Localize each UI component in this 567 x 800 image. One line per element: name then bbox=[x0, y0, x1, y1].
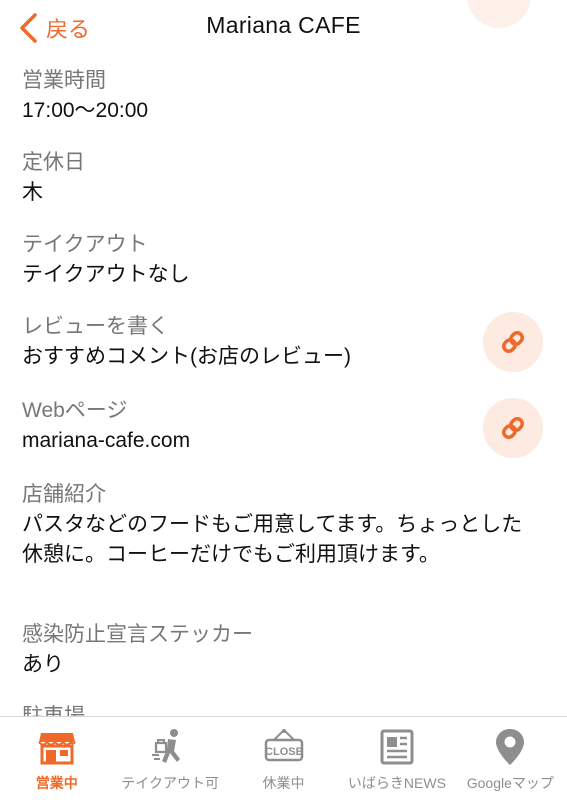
review-link-button[interactable] bbox=[483, 312, 543, 372]
newspaper-icon bbox=[380, 729, 414, 765]
info-label: Webページ bbox=[22, 399, 128, 422]
tab-closed[interactable]: CLOSE 休業中 bbox=[227, 717, 340, 800]
info-row-sticker: 感染防止宣言ステッカー あり bbox=[22, 620, 547, 680]
info-value: 木 bbox=[22, 181, 43, 204]
link-icon bbox=[502, 331, 524, 353]
info-row-website[interactable]: Webページ mariana-cafe.com bbox=[22, 396, 547, 458]
link-icon bbox=[502, 417, 524, 439]
info-label: 感染防止宣言ステッカー bbox=[22, 623, 253, 646]
info-row-introduction: 店舗紹介 パスタなどのフードもご用意してます。ちょっとした休憩に。コーヒーだけで… bbox=[22, 480, 539, 570]
info-value: あり bbox=[22, 653, 64, 676]
tab-takeout[interactable]: テイクアウト可 bbox=[113, 717, 226, 800]
tab-label: 休業中 bbox=[262, 775, 305, 791]
info-value: テイクアウトなし bbox=[22, 263, 190, 286]
map-pin-icon bbox=[496, 729, 525, 765]
tab-ibaraki-news[interactable]: いばらきNEWS bbox=[340, 717, 453, 800]
info-label: 駐車場 bbox=[22, 702, 547, 716]
tab-label: いばらきNEWS bbox=[347, 775, 446, 791]
website-link-text[interactable]: mariana-cafe.com bbox=[22, 426, 547, 456]
info-label: 定休日 bbox=[22, 151, 85, 174]
nav-header: 戻る Mariana CAFE bbox=[0, 0, 567, 56]
info-row-holiday: 定休日 木 bbox=[22, 148, 547, 208]
info-label: 店舗紹介 bbox=[22, 483, 106, 506]
page-title: Mariana CAFE bbox=[206, 12, 361, 38]
tab-bar: 営業中 テイクアウト可 CLOSE 休業中 いばらきNEWS Googleマップ bbox=[0, 716, 567, 800]
info-label: 営業時間 bbox=[22, 69, 106, 92]
close-sign-icon: CLOSE bbox=[264, 729, 303, 762]
takeout-runner-icon bbox=[152, 729, 181, 763]
store-icon bbox=[37, 733, 76, 765]
tab-label: 営業中 bbox=[35, 775, 78, 791]
shop-detail-list[interactable]: 営業時間 17:00〜20:00 定休日 木 テイクアウト テイクアウトなし レ… bbox=[0, 56, 567, 716]
tab-open-now[interactable]: 営業中 bbox=[0, 717, 113, 800]
info-value: パスタなどのフードもご用意してます。ちょっとした休憩に。コーヒーだけでもご利用頂… bbox=[22, 513, 523, 566]
tab-label: Googleマップ bbox=[466, 775, 554, 791]
website-link-button[interactable] bbox=[483, 398, 543, 458]
tab-google-maps[interactable]: Googleマップ bbox=[454, 717, 567, 800]
info-row-hours: 営業時間 17:00〜20:00 bbox=[22, 66, 547, 126]
info-label: レビューを書く bbox=[22, 315, 169, 338]
tab-label: テイクアウト可 bbox=[121, 775, 219, 791]
info-value: 17:00〜20:00 bbox=[22, 99, 149, 122]
info-label: テイクアウト bbox=[22, 233, 148, 256]
info-row-takeout: テイクアウト テイクアウトなし bbox=[22, 230, 547, 290]
info-row-parking: 駐車場 bbox=[22, 702, 547, 716]
svg-text:CLOSE: CLOSE bbox=[265, 746, 303, 758]
review-link-text[interactable]: おすすめコメント(お店のレビュー) bbox=[22, 342, 547, 372]
info-row-review[interactable]: レビューを書く おすすめコメント(お店のレビュー) bbox=[22, 312, 547, 372]
